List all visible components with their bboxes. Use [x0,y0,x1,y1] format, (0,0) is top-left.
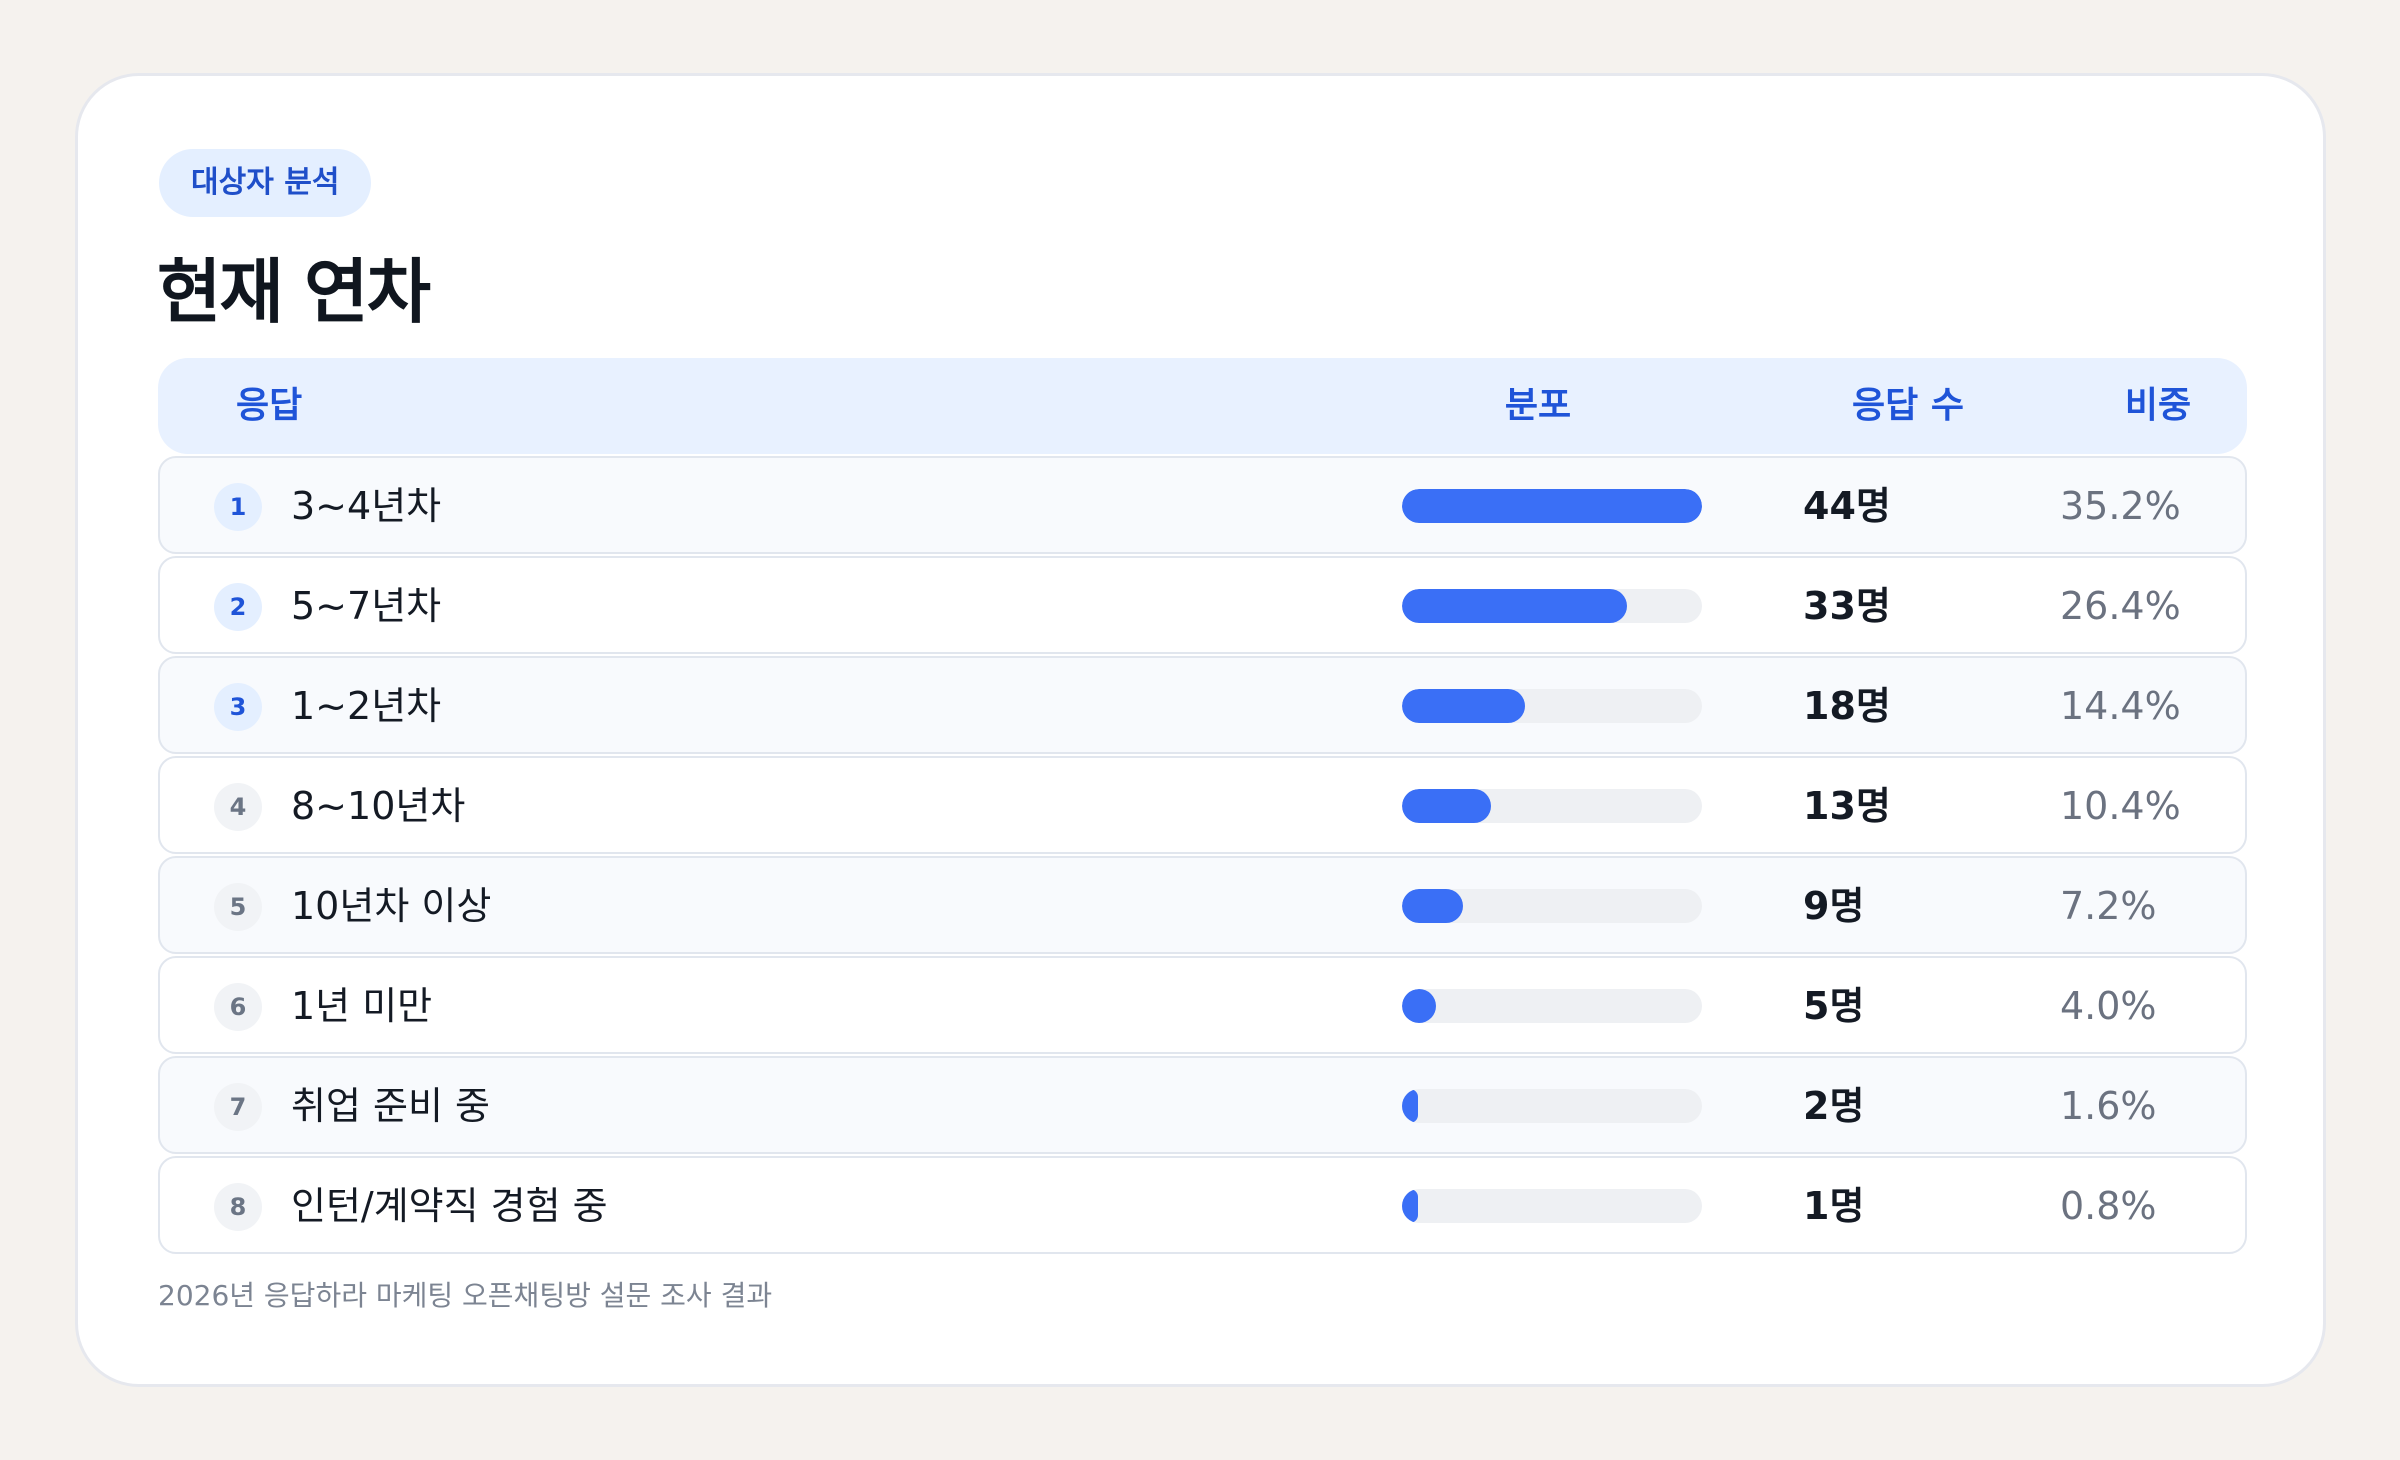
bar-fill [1402,789,1491,823]
response-label: 5~7년차 [291,584,442,628]
rank-badge: 4 [214,783,262,831]
header-share: 비중 [2124,385,2192,426]
response-count: 13명 [1803,784,1891,828]
response-share: 26.4% [2060,584,2181,628]
distribution-table: 응답 분포 응답 수 비중 1 3~4년차 44명 35.2% 2 5~7년차 33명 26.… [158,358,2247,1254]
bar-track [1402,1089,1702,1123]
response-count: 44명 [1803,484,1891,528]
rank-badge: 2 [214,583,262,631]
bar-fill [1402,689,1525,723]
bar-fill [1402,989,1436,1023]
response-count: 18명 [1803,684,1891,728]
table-row: 5 10년차 이상 9명 7.2% [158,856,2247,954]
table-row: 2 5~7년차 33명 26.4% [158,556,2247,654]
response-count: 33명 [1803,584,1891,628]
header-response: 응답 [236,385,303,426]
table-row: 4 8~10년차 13명 10.4% [158,756,2247,854]
bar-fill [1402,1089,1418,1123]
table-row: 8 인턴/계약직 경험 중 1명 0.8% [158,1156,2247,1254]
bar-fill [1402,889,1463,923]
response-share: 4.0% [2060,984,2157,1028]
response-count: 2명 [1803,1084,1865,1128]
table-header: 응답 분포 응답 수 비중 [158,358,2247,454]
page-title: 현재 연차 [157,251,431,333]
rank-badge: 8 [214,1183,262,1231]
source-footnote: 2026년 응답하라 마케팅 오픈채팅방 설문 조사 결과 [158,1279,773,1312]
bar-track [1402,489,1702,523]
table-row: 1 3~4년차 44명 35.2% [158,456,2247,554]
rank-badge: 6 [214,983,262,1031]
bar-track [1402,889,1702,923]
response-label: 1년 미만 [291,984,433,1028]
survey-card: 대상자 분석 현재 연차 응답 분포 응답 수 비중 1 3~4년차 44명 35.2… [75,73,2326,1387]
bar-fill [1402,589,1627,623]
bar-track [1402,989,1702,1023]
response-share: 7.2% [2060,884,2157,928]
response-label: 취업 준비 중 [291,1084,490,1128]
response-count: 9명 [1803,884,1865,928]
response-share: 14.4% [2060,684,2181,728]
bar-track [1402,789,1702,823]
response-label: 인턴/계약직 경험 중 [291,1184,608,1228]
response-label: 8~10년차 [291,784,466,828]
bar-fill [1402,1189,1418,1223]
rank-badge: 7 [214,1083,262,1131]
table-row: 6 1년 미만 5명 4.0% [158,956,2247,1054]
header-distribution: 분포 [1504,385,1572,426]
response-share: 0.8% [2060,1184,2157,1228]
response-share: 35.2% [2060,484,2181,528]
bar-track [1402,689,1702,723]
response-label: 3~4년차 [291,484,442,528]
response-label: 1~2년차 [291,684,442,728]
section-badge: 대상자 분석 [159,149,372,217]
response-share: 10.4% [2060,784,2181,828]
header-count: 응답 수 [1852,385,1964,426]
table-row: 7 취업 준비 중 2명 1.6% [158,1056,2247,1154]
response-share: 1.6% [2060,1084,2157,1128]
table-row: 3 1~2년차 18명 14.4% [158,656,2247,754]
response-count: 5명 [1803,984,1865,1028]
bar-fill [1402,489,1702,523]
response-count: 1명 [1803,1184,1865,1228]
response-label: 10년차 이상 [291,884,492,928]
rank-badge: 3 [214,683,262,731]
bar-track [1402,589,1702,623]
bar-track [1402,1189,1702,1223]
rank-badge: 1 [214,483,262,531]
rank-badge: 5 [214,883,262,931]
